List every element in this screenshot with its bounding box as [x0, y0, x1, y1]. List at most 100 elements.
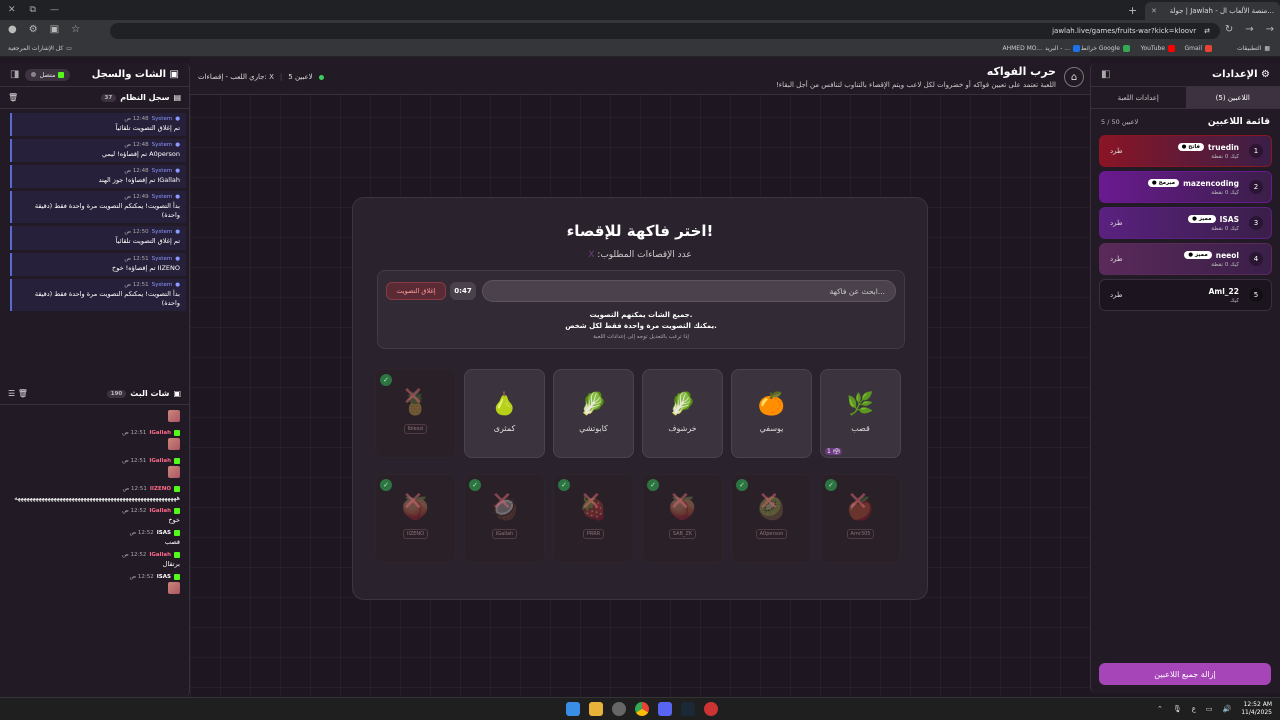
game-title: حرب الفواكه [986, 65, 1056, 78]
player-card[interactable]: طرد ● مميز ISAS كيك 0 نقطة 3 [1099, 207, 1272, 239]
chat-username[interactable]: IGallah [149, 430, 171, 436]
window-controls: ✕ ⧉ — [0, 5, 72, 15]
all-bookmarks[interactable]: كل الإشارات المرجعية ▭ [8, 45, 72, 52]
chat-username[interactable]: IIZENO [150, 486, 171, 492]
bookmark-youtube[interactable]: YouTube [1141, 45, 1175, 52]
trash-icon[interactable]: 🗑 [8, 93, 18, 102]
fruit-card[interactable]: 🌿 قصب 1 🗳 [820, 369, 901, 458]
site-info-icon[interactable]: ⇄ [1204, 27, 1210, 35]
fruit-icon: 🍊 [757, 392, 786, 417]
minimize-icon[interactable]: — [50, 5, 59, 15]
player-card[interactable]: ● مبرمج mazencoding كيك 0 نقطة 2 [1099, 171, 1272, 203]
close-window-icon[interactable]: ✕ [8, 5, 16, 15]
fruit-card[interactable]: 🥬 خرشوف [642, 369, 723, 458]
remove-all-players-button[interactable]: إزالة جميع اللاعبين [1099, 663, 1271, 685]
profile-icon[interactable]: ● [8, 24, 17, 35]
kick-icon [174, 458, 180, 464]
home-icon[interactable]: ⌂ [1064, 67, 1084, 87]
players-list-header: 5 / 50 لاعبين قائمة اللاعبين [1091, 109, 1280, 131]
windows-start-icon[interactable] [566, 702, 580, 716]
kick-player-button[interactable]: طرد [1110, 291, 1123, 299]
log-time: 12:48 ص [124, 116, 149, 122]
system-log[interactable]: ● System 12:48 ص تم إغلاق التصويت تلقائياً ●… [0, 110, 190, 390]
tab-players[interactable]: اللاعبين (5) [1185, 87, 1280, 108]
volume-icon[interactable]: 🔊 [1223, 705, 1232, 713]
bookmark-maps[interactable]: خرائط Google [1081, 45, 1130, 52]
bookmark-ahmed[interactable]: AHMED MO... [1003, 45, 1043, 52]
fruit-card[interactable]: 🍊 يوسفي [731, 369, 812, 458]
file-explorer-icon[interactable] [589, 702, 603, 716]
chat-message: IGallah 12:51 ص [0, 427, 190, 455]
clock[interactable]: 12:52 AM 11/4/2025 [1241, 701, 1272, 717]
language-indicator[interactable]: ع [1192, 705, 1196, 713]
player-card[interactable]: طرد ● مميز neeol كيك 0 نقطة 4 [1099, 243, 1272, 275]
sidebar-icon[interactable]: ▣ [50, 24, 59, 35]
log-user: System [151, 194, 173, 201]
emote-image [168, 582, 180, 594]
player-name: truedin [1208, 142, 1239, 152]
restore-icon[interactable]: ⧉ [30, 5, 36, 15]
bookmark-apps[interactable]: التطبيقات ▦ [1237, 45, 1270, 52]
trash-icon[interactable]: 🗑 [18, 389, 28, 398]
back-icon[interactable]: → [1266, 24, 1274, 35]
tab-game-settings[interactable]: إعدادات اللعبة [1091, 87, 1186, 108]
player-card[interactable]: طرد ● فاتح truedin كيك 0 نقطة 1 [1099, 135, 1272, 167]
discord-icon[interactable] [658, 702, 672, 716]
log-entry-header: ● System 12:48 ص [18, 116, 180, 122]
log-user: System [151, 229, 173, 236]
collapse-panel-icon[interactable]: ◧ [1101, 69, 1110, 80]
extensions-icon[interactable]: ⚙ [29, 24, 38, 35]
eliminated-player-name: Iblessl [403, 423, 428, 434]
kick-player-button[interactable]: طرد [1110, 255, 1123, 263]
fruit-card[interactable]: 🥬 كابوتشي [553, 369, 634, 458]
player-card[interactable]: طرد Aml_22 كيك 5 [1099, 279, 1272, 311]
close-tab-icon[interactable]: ✕ [1151, 7, 1157, 15]
forward-icon[interactable]: → [1245, 24, 1253, 35]
collapse-chat-icon[interactable]: ◨ [10, 69, 19, 80]
network-icon[interactable]: ▭ [1206, 705, 1213, 713]
player-platform: كيك [1230, 225, 1239, 232]
eliminated-x-icon: ✕ [402, 382, 424, 412]
player-info: Aml_22 كيك [1209, 287, 1239, 304]
chat-username[interactable]: IGallah [149, 458, 171, 464]
browser-tab[interactable]: ✕ جولة | Jawlah - منصة الألعاب ال... [1145, 2, 1280, 20]
url-field[interactable]: jawlah.live/games/fruits-war?kick=kloovr… [110, 23, 1220, 39]
kick-player-button[interactable]: طرد [1110, 147, 1123, 155]
chevron-up-icon[interactable]: ⌃ [1157, 705, 1163, 713]
live-chat[interactable]: IGallah 12:51 ص IGallah 12:51 ص IIZENO 12:51 … [0, 405, 190, 697]
system-log-entry: ● System 12:48 ص تم إغلاق التصويت تلقائياً [10, 113, 186, 137]
fruit-card[interactable]: 🍐 كمثرى [464, 369, 545, 458]
bookmark-star-icon[interactable]: ☆ [71, 24, 80, 35]
chat-username[interactable]: ISAS [157, 530, 171, 536]
steam-icon[interactable] [681, 702, 695, 716]
chat-message: IIZENO 12:51 ص ههههههههههههههههههههههههههه… [0, 483, 190, 505]
chat-emote-wrap [10, 438, 180, 452]
fruit-name: كابوتشي [579, 424, 608, 433]
chat-username[interactable]: IGallah [149, 552, 171, 558]
mic-icon[interactable]: 🎙 [1173, 705, 1182, 713]
fruit-card: 🥝 ✓ ✕ A0person [731, 474, 812, 563]
connection-status: متصل [25, 68, 71, 81]
close-vote-button[interactable]: إغلاق التصويت [386, 282, 446, 300]
log-time: 12:51 ص [124, 281, 149, 288]
kick-player-button[interactable]: طرد [1110, 219, 1123, 227]
chat-username[interactable]: ISAS [157, 574, 171, 580]
reload-icon[interactable]: ↻ [1225, 24, 1233, 35]
chat-username[interactable]: IGallah [149, 508, 171, 514]
eliminated-player-name: Amr305 [846, 528, 875, 539]
app-icon[interactable] [704, 702, 718, 716]
player-name: Aml_22 [1208, 286, 1239, 296]
settings-icon[interactable] [612, 702, 626, 716]
bookmark-gmail[interactable]: Gmail [1184, 45, 1212, 52]
filter-icon[interactable]: ☰ [8, 389, 15, 398]
system-icon: ● [175, 142, 180, 149]
log-time: 12:48 ص [124, 168, 149, 175]
bookmark-mail[interactable]: البريد - ... [1045, 45, 1080, 52]
chrome-icon[interactable] [635, 702, 649, 716]
log-time: 12:48 ص [124, 142, 149, 149]
fruit-search-input[interactable]: ابحث عن فاكهة... [482, 280, 896, 302]
new-tab-button[interactable]: + [1128, 4, 1137, 17]
player-info: ● مبرمج mazencoding كيك 0 نقطة [1147, 179, 1239, 196]
log-message: تم إغلاق التصويت تلقائياً [115, 124, 180, 132]
eliminated-check-icon: ✓ [558, 479, 570, 491]
